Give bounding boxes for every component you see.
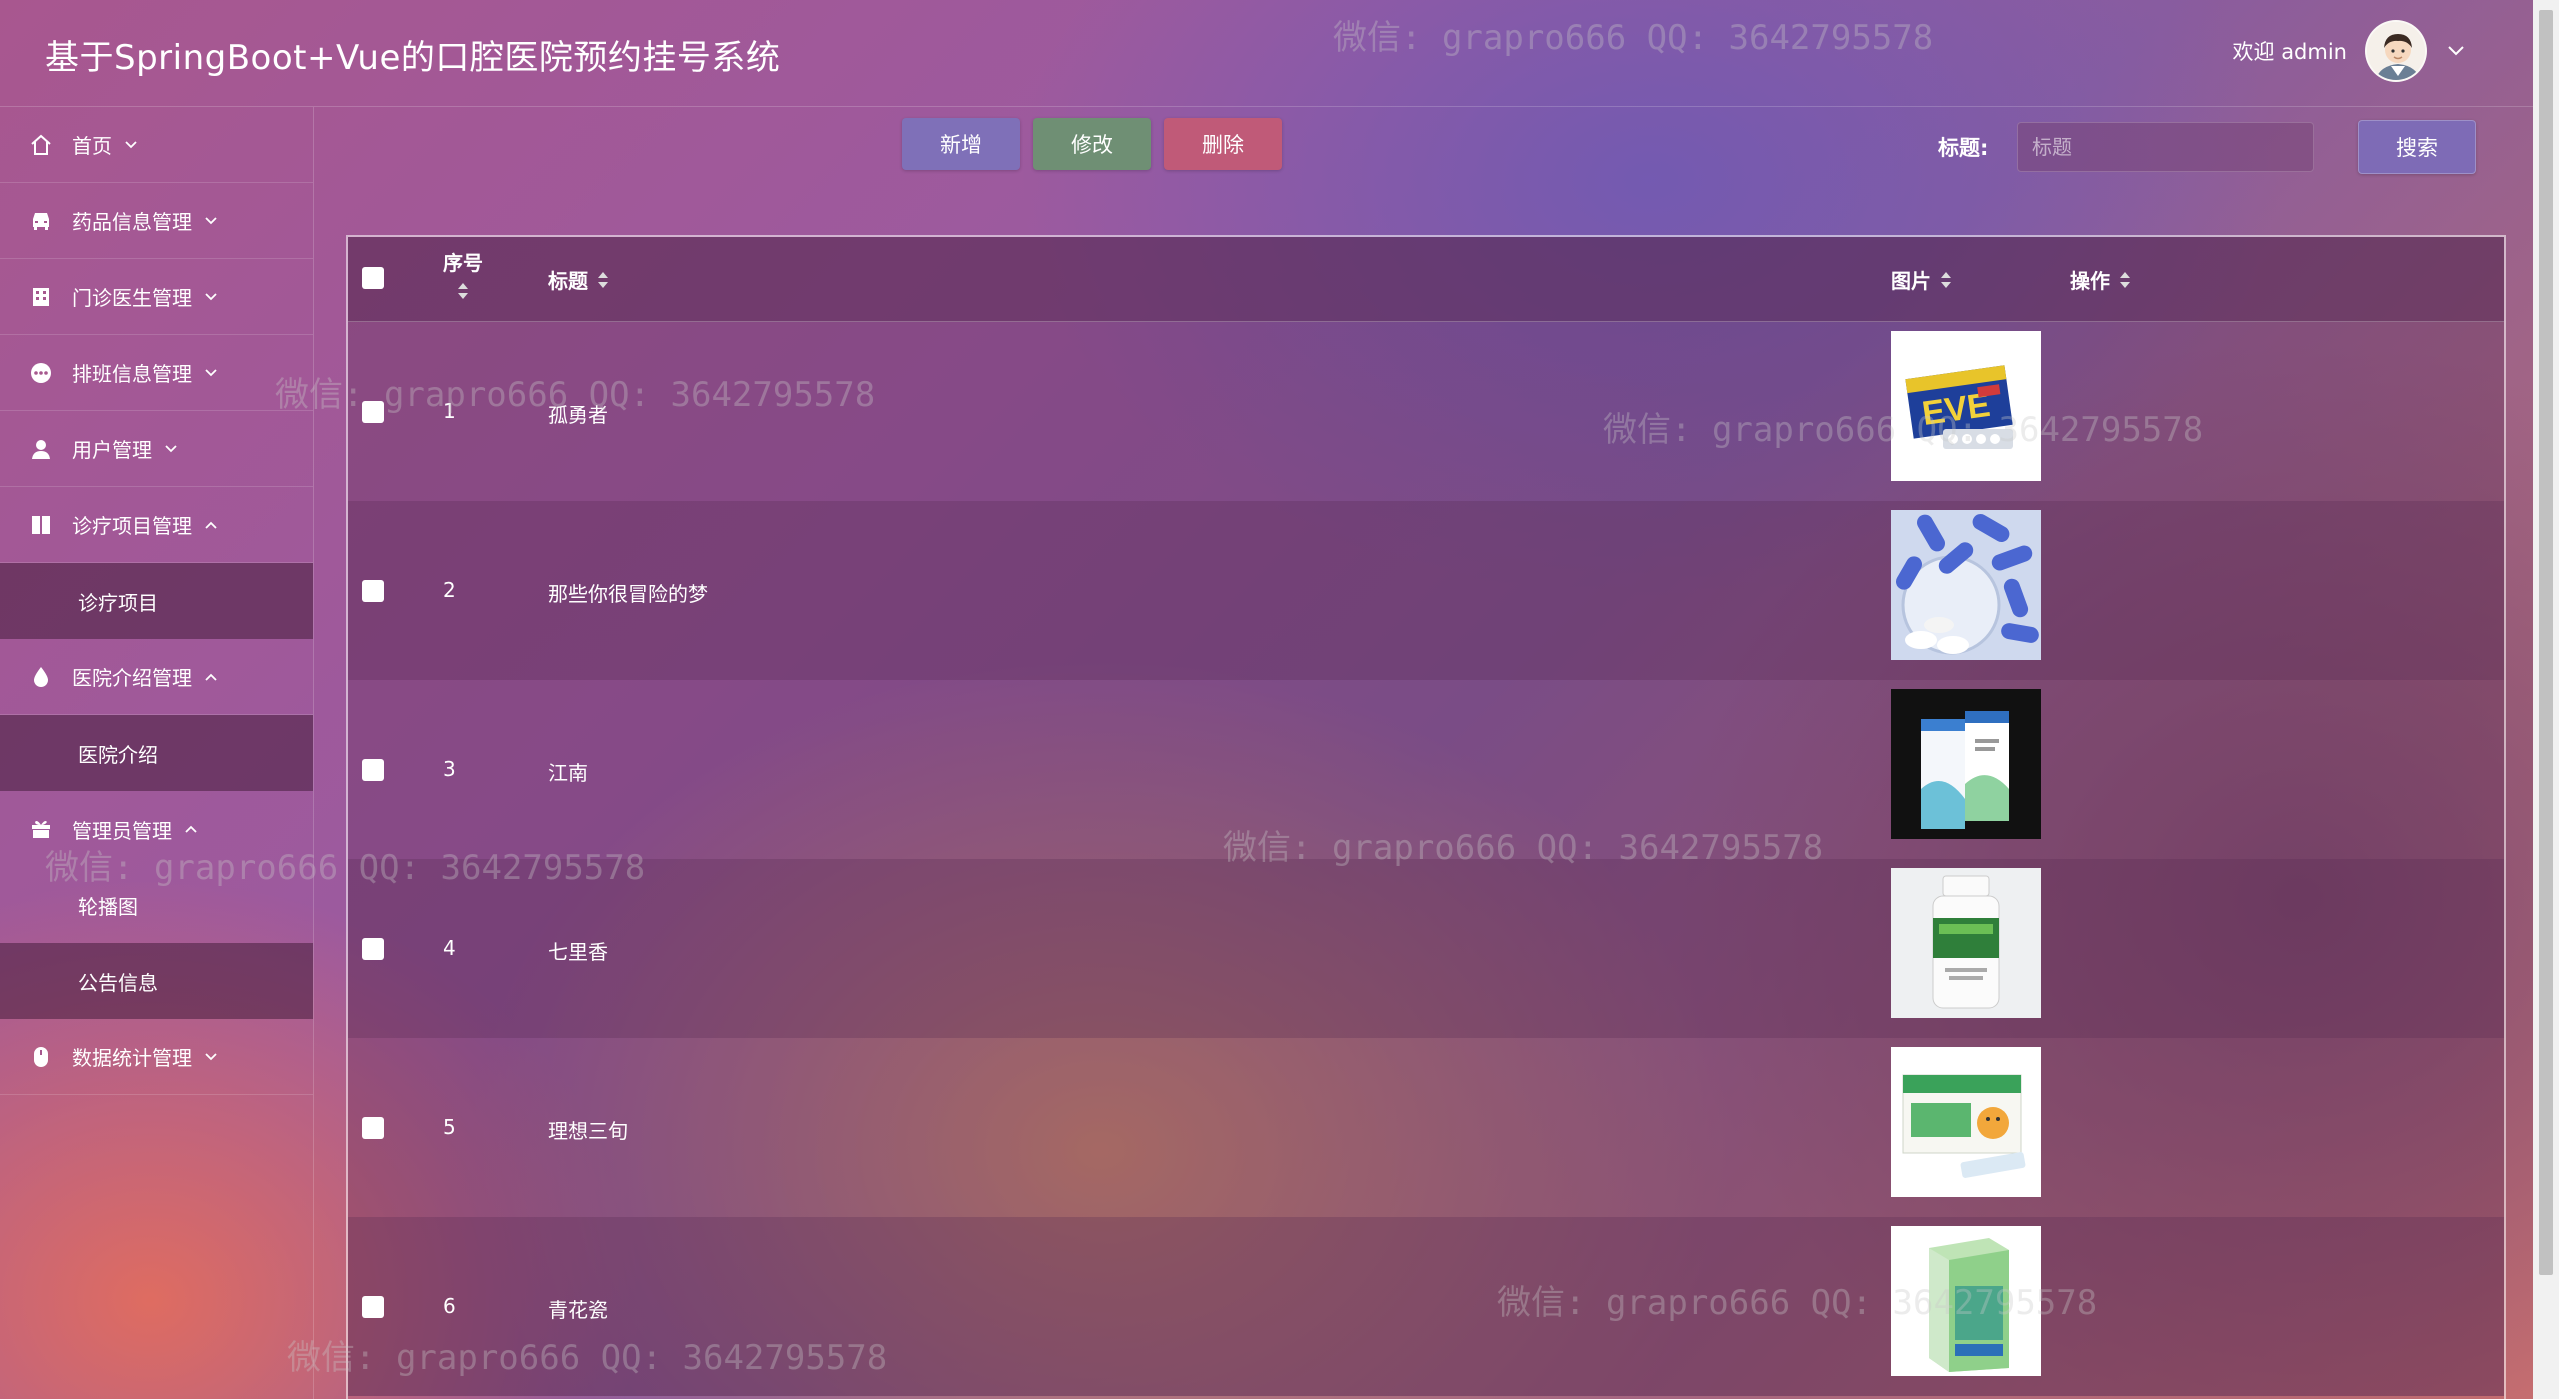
sidebar-item-label: 药品信息管理 [72,210,192,234]
user-icon [28,436,54,462]
sidebar-item-treatment[interactable]: 诊疗项目管理 [0,487,313,563]
search-label: 标题: [1938,136,1989,160]
sidebar-item-drug-info[interactable]: 药品信息管理 [0,183,313,259]
column-index[interactable]: 序号 [443,247,483,302]
building-icon [28,284,54,310]
drop-icon [28,664,54,690]
column-title[interactable]: 标题 [548,265,610,294]
data-table: 序号 标题 图片 操作 1 孤勇者 EVE 2 那些你很冒险的梦 3 江南 4 … [346,235,2506,1399]
mouse-icon [28,1044,54,1070]
scrollbar-thumb[interactable] [2539,10,2553,1275]
app-title: 基于SpringBoot+Vue的口腔医院预约挂号系统 [45,38,781,78]
table-row[interactable]: 1 孤勇者 EVE [348,322,2504,501]
sidebar-item-users[interactable]: 用户管理 [0,411,313,487]
row-title: 青花瓷 [548,1298,608,1322]
sidebar-item-label: 医院介绍管理 [72,666,192,690]
row-title: 七里香 [548,940,608,964]
search-button[interactable]: 搜索 [2358,120,2476,174]
chevron-up-icon [184,821,200,837]
sidebar-item-hospital-intro[interactable]: 医院介绍管理 [0,639,313,715]
delete-button[interactable]: 删除 [1164,118,1282,170]
chevron-down-icon [164,441,180,457]
page-scrollbar[interactable] [2533,0,2559,1399]
column-actions[interactable]: 操作 [2070,265,2132,294]
table-row[interactable]: 6 青花瓷 [348,1217,2504,1396]
chevron-up-icon [204,517,220,533]
sidebar-subitem-treatment[interactable]: 诊疗项目 [0,563,313,639]
chat-dots-icon [28,360,54,386]
book-icon [28,512,54,538]
row-title: 那些你很冒险的梦 [548,582,708,606]
row-index: 1 [443,399,456,423]
sidebar-item-label: 排班信息管理 [72,362,192,386]
edit-button[interactable]: 修改 [1033,118,1151,170]
chevron-down-icon [204,1049,220,1065]
row-image-eve-box[interactable]: EVE [1891,331,2041,481]
sidebar-item-home[interactable]: 首页 [0,107,313,183]
sidebar-item-label: 管理员管理 [72,818,172,843]
avatar[interactable] [2365,20,2427,82]
sidebar-subitem-carousel[interactable]: 轮播图 [0,867,313,943]
sort-icon[interactable] [596,269,610,291]
sort-icon[interactable] [456,280,470,302]
home-icon [28,132,54,158]
sidebar-item-label: 诊疗项目管理 [72,514,192,538]
search-input[interactable] [2017,122,2314,172]
row-title: 理想三旬 [548,1119,628,1143]
row-index: 5 [443,1115,456,1139]
sort-icon[interactable] [2118,269,2132,291]
row-checkbox[interactable] [362,401,384,423]
row-index: 6 [443,1294,456,1318]
sidebar-item-schedule[interactable]: 排班信息管理 [0,335,313,411]
row-title: 江南 [548,761,588,785]
table-row[interactable]: 2 那些你很冒险的梦 [348,501,2504,680]
row-checkbox[interactable] [362,938,384,960]
row-title: 孤勇者 [548,403,608,427]
chevron-down-icon [124,137,140,153]
gift-icon [28,816,54,842]
sidebar: 首页 药品信息管理 门诊医生管理 排班信息管理 用户管理 诊疗项目管理 诊疗项目… [0,107,314,1399]
row-checkbox[interactable] [362,580,384,602]
table-header: 序号 标题 图片 操作 [348,237,2504,322]
welcome-text: 欢迎 admin [2232,40,2347,64]
chevron-down-icon [204,289,220,305]
chevron-down-icon [204,365,220,381]
row-image-green-carton[interactable] [1891,1226,2041,1376]
sidebar-item-label: 首页 [72,134,112,158]
row-index: 2 [443,578,456,602]
row-image-green-box[interactable] [1891,1047,2041,1197]
sidebar-subitem-hospital-intro[interactable]: 医院介绍 [0,715,313,791]
row-image-medicine-boxes[interactable] [1891,689,2041,839]
row-index: 3 [443,757,456,781]
car-icon [28,208,54,234]
user-menu[interactable]: 欢迎 admin [2233,20,2467,82]
row-checkbox[interactable] [362,759,384,781]
top-header: 基于SpringBoot+Vue的口腔医院预约挂号系统 欢迎 admin [0,0,2533,107]
row-checkbox[interactable] [362,1117,384,1139]
sidebar-item-label: 门诊医生管理 [72,286,192,310]
sidebar-item-admin[interactable]: 管理员管理 [0,791,313,867]
add-button[interactable]: 新增 [902,118,1020,170]
sidebar-item-label: 用户管理 [72,438,152,462]
sidebar-item-doctor[interactable]: 门诊医生管理 [0,259,313,335]
table-row[interactable]: 5 理想三旬 [348,1038,2504,1217]
chevron-up-icon [204,669,220,685]
column-image[interactable]: 图片 [1891,265,1953,294]
sidebar-item-statistics[interactable]: 数据统计管理 [0,1019,313,1095]
sidebar-item-label: 数据统计管理 [72,1046,192,1070]
table-row[interactable]: 4 七里香 [348,859,2504,1038]
row-index: 4 [443,936,456,960]
select-all-checkbox[interactable] [362,267,384,289]
table-row[interactable]: 3 江南 [348,680,2504,859]
sidebar-subitem-notice[interactable]: 公告信息 [0,943,313,1019]
row-image-blue-capsules[interactable] [1891,510,2041,660]
chevron-down-icon [204,213,220,229]
row-image-white-bottle[interactable] [1891,868,2041,1018]
row-checkbox[interactable] [362,1296,384,1318]
sort-icon[interactable] [1939,269,1953,291]
chevron-down-icon[interactable] [2445,40,2467,62]
